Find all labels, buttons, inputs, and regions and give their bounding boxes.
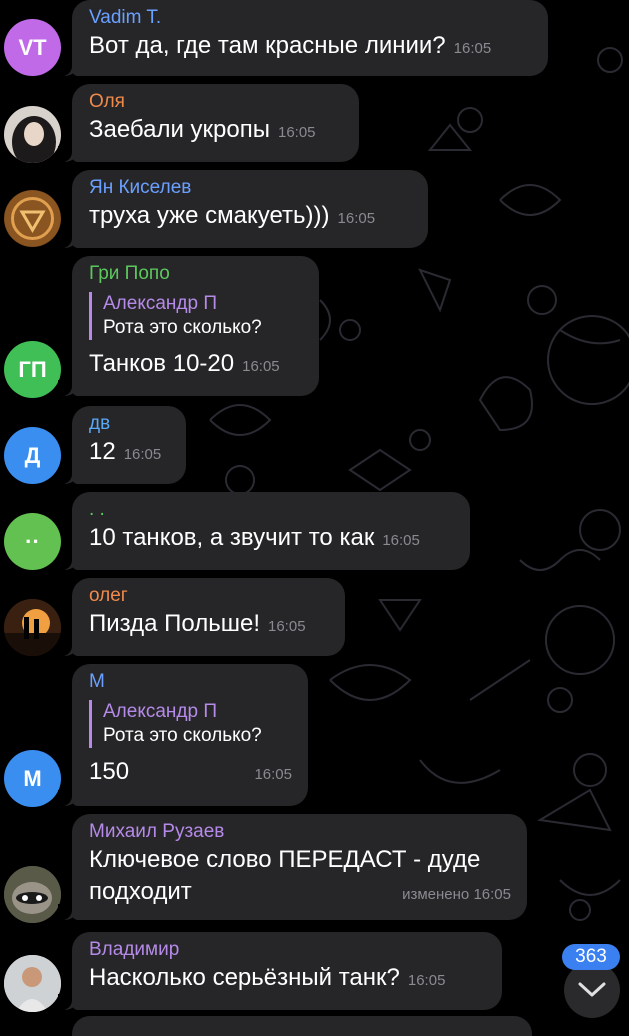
message-bubble[interactable]: Михаил Рузаев Ключевое слово ПЕРЕДАСТ - … [58,814,527,920]
message-time: 16:05 [277,124,316,141]
message-bubble-partial [72,1016,532,1036]
message-bubble[interactable]: Оля Заебали укропы 16:05 [58,84,359,162]
message-time: 16:05 [453,40,492,57]
message[interactable]: Ян Киселев труха уже смакуеть))) 16:05 [0,170,629,250]
message-bubble[interactable]: дв 12 16:05 [58,406,186,484]
message-text: труха уже смакуеть))) [89,202,330,229]
message[interactable]: VT Vadim T. Вот да, где там красные лини… [0,0,629,78]
sender-name[interactable]: Ян Киселев [89,176,412,200]
message-text: Танков 10-20 [89,350,235,377]
message[interactable]: олег Пизда Польше! 16:05 [0,578,629,658]
sender-name[interactable]: Владимир [89,938,486,962]
avatar[interactable]: М [4,750,61,807]
sender-name[interactable]: Гри Попо [89,262,303,286]
avatar[interactable]: ГП [4,341,61,398]
message[interactable]: М М Александр П Рота это сколько? 150 16:… [0,664,629,810]
message-bubble[interactable]: Vadim T. Вот да, где там красные линии? 1… [58,0,548,76]
sender-name[interactable]: Vadim T. [89,6,532,30]
message-text-line2: подходит [89,878,192,905]
avatar[interactable]: Д [4,427,61,484]
avatar[interactable]: VT [4,19,61,76]
reply-quote[interactable]: Александр П Рота это сколько? [89,700,292,748]
message-time: 16:05 [473,886,511,903]
photo-avatar-icon[interactable] [4,106,61,163]
message-bubble[interactable]: Гри Попо Александр П Рота это сколько? Т… [58,256,319,396]
message-text: 10 танков, а звучит то как [89,524,375,551]
unread-count-badge: 363 [562,944,620,970]
message-text: Заебали укропы [89,116,270,143]
message-time: 16:05 [254,766,292,783]
reply-sender: Александр П [103,701,217,722]
message-text: Ключевое слово ПЕРЕДАСТ - дуде [89,846,481,873]
message-bubble[interactable]: Владимир Насколько серьёзный танк? 16:05 [58,932,502,1010]
emblem-avatar-icon[interactable] [4,190,61,247]
avatar[interactable]: ·· [4,513,61,570]
message-text: 150 [89,758,130,785]
message-text: Вот да, где там красные линии? [89,32,446,59]
message-text: Пизда Польше! [89,610,260,637]
edited-label: изменено [402,886,470,903]
message-time: 16:05 [382,532,420,549]
chevron-down-icon [578,982,606,997]
message[interactable]: Михаил Рузаев Ключевое слово ПЕРЕДАСТ - … [0,814,629,923]
reply-quote[interactable]: Александр П Рота это сколько? [89,292,303,340]
message[interactable]: Владимир Насколько серьёзный танк? 16:05 [0,932,629,1012]
reply-sender: Александр П [103,293,217,314]
person-photo-avatar-icon[interactable] [4,955,61,1012]
message-bubble[interactable]: олег Пизда Польше! 16:05 [58,578,345,656]
message-time: 16:05 [242,358,280,375]
sender-name[interactable]: Михаил Рузаев [89,820,511,844]
reply-text: Рота это сколько? [103,317,262,338]
sunset-photo-avatar-icon[interactable] [4,599,61,656]
message-text: Насколько серьёзный танк? [89,964,400,991]
sender-name[interactable]: олег [89,584,329,608]
raccoon-photo-avatar-icon[interactable] [4,866,61,923]
message-bubble[interactable]: Ян Киселев труха уже смакуеть))) 16:05 [58,170,428,248]
message[interactable]: Оля Заебали укропы 16:05 [0,84,629,164]
message[interactable]: ГП Гри Попо Александр П Рота это сколько… [0,256,629,398]
message-time: 16:05 [337,210,376,227]
message-time: 16:05 [268,618,306,635]
message-time: 16:05 [407,972,446,989]
message[interactable]: Д дв 12 16:05 [0,406,629,486]
sender-name[interactable]: Оля [89,90,343,114]
message-text: 12 [89,438,116,465]
message-bubble[interactable]: М Александр П Рота это сколько? 150 16:05 [58,664,308,806]
message-bubble[interactable]: . . 10 танков, а звучит то как 16:05 [58,492,470,570]
message-time: 16:05 [123,446,162,463]
sender-name[interactable]: М [89,670,292,694]
sender-name[interactable]: дв [89,412,170,436]
sender-name[interactable]: . . [89,498,454,522]
reply-text: Рота это сколько? [103,725,262,746]
message[interactable]: ·· . . 10 танков, а звучит то как 16:05 [0,492,629,572]
scroll-down-button[interactable] [564,962,620,1018]
